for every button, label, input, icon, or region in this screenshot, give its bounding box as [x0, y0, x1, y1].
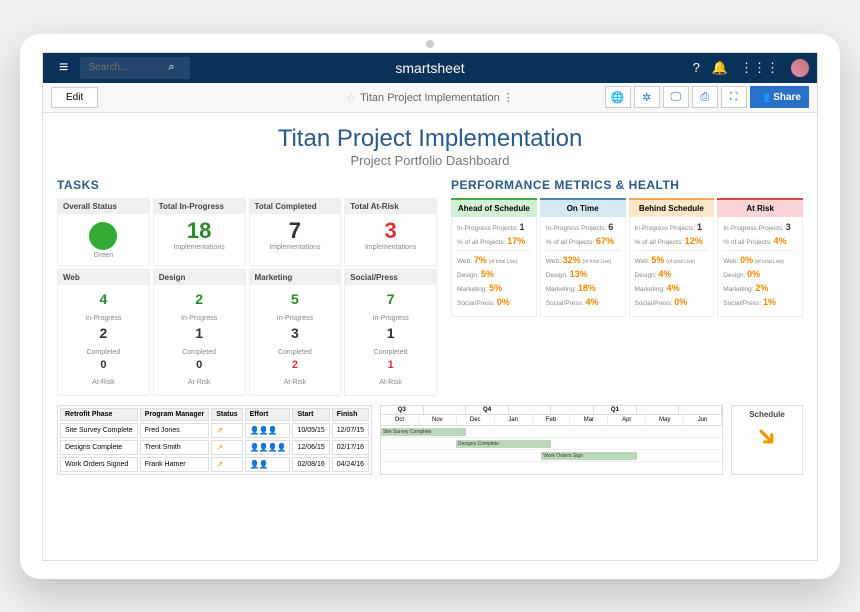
- edit-button[interactable]: Edit: [51, 87, 98, 108]
- star-icon[interactable]: ☆: [346, 92, 356, 104]
- page-title: Titan Project Implementation: [57, 125, 803, 153]
- brand-logo: smartsheet: [395, 60, 464, 76]
- health-card: Ahead of Schedule In-Progress Projects: …: [451, 198, 537, 317]
- category-card: Web 4In-Progress 2Completed 0At-Risk: [57, 269, 150, 396]
- summary-card: Total Completed7Implementations: [249, 198, 342, 266]
- category-card: Social/Press 7In-Progress 1Completed 1At…: [344, 269, 437, 396]
- gantt-row[interactable]: Designs CompleteTrent Smith↗👤👤👤👤12/06/15…: [60, 440, 369, 455]
- summary-card: Total At-Risk3Implementations: [344, 198, 437, 266]
- help-icon[interactable]: ?: [693, 60, 700, 75]
- top-bar: ≡ ⌕ smartsheet ? 🔔 ⋮⋮⋮: [43, 53, 817, 83]
- share-button[interactable]: 👥 Share: [750, 86, 809, 108]
- page-subtitle: Project Portfolio Dashboard: [57, 153, 803, 168]
- tasks-section-title: TASKS: [57, 178, 437, 192]
- sheet-title: ☆Titan Project Implementation ⋮: [346, 91, 514, 104]
- fullscreen-icon[interactable]: ⛶: [721, 86, 747, 108]
- health-card: Behind Schedule In-Progress Projects: 1 …: [629, 198, 715, 317]
- health-section-title: PERFORMANCE METRICS & HEALTH: [451, 178, 803, 192]
- globe-icon[interactable]: 🌐: [605, 86, 631, 108]
- print-icon[interactable]: ⎙: [692, 86, 718, 108]
- display-icon[interactable]: 🖵: [663, 86, 689, 108]
- category-card: Marketing 5In-Progress 3Completed 2At-Ri…: [249, 269, 342, 396]
- apps-icon[interactable]: ⋮⋮⋮: [740, 60, 779, 76]
- menu-icon[interactable]: ≡: [51, 59, 76, 77]
- schedule-widget: Schedule ➜: [731, 405, 803, 475]
- search-box[interactable]: ⌕: [80, 57, 190, 79]
- trend-arrow-icon: ➜: [748, 417, 785, 454]
- category-card: Design 2In-Progress 1Completed 0At-Risk: [153, 269, 246, 396]
- schedule-label: Schedule: [736, 410, 798, 419]
- search-icon[interactable]: ⌕: [168, 61, 174, 74]
- gantt-table: Retrofit PhaseProgram ManagerStatusEffor…: [57, 405, 372, 475]
- search-input[interactable]: [88, 62, 168, 73]
- health-card: At Risk In-Progress Projects: 3 % of all…: [717, 198, 803, 317]
- health-card: On Time In-Progress Projects: 6 % of all…: [540, 198, 626, 317]
- publish-icon[interactable]: ✲: [634, 86, 660, 108]
- summary-card: Total In-Progress18Implementations: [153, 198, 246, 266]
- gantt-chart: Q3Q4Q1 OctNovDecJanFebMarAprMayJun Site …: [380, 405, 723, 475]
- toolbar: Edit ☆Titan Project Implementation ⋮ 🌐 ✲…: [43, 83, 817, 113]
- notification-icon[interactable]: 🔔: [712, 60, 728, 76]
- avatar[interactable]: [791, 59, 809, 77]
- gantt-row[interactable]: Site Survey CompleteFred Jones↗👤👤👤10/05/…: [60, 423, 369, 438]
- summary-card: Overall StatusGreen: [57, 198, 150, 266]
- gantt-row[interactable]: Work Orders SignedFrank Hamer↗👤👤02/08/16…: [60, 457, 369, 472]
